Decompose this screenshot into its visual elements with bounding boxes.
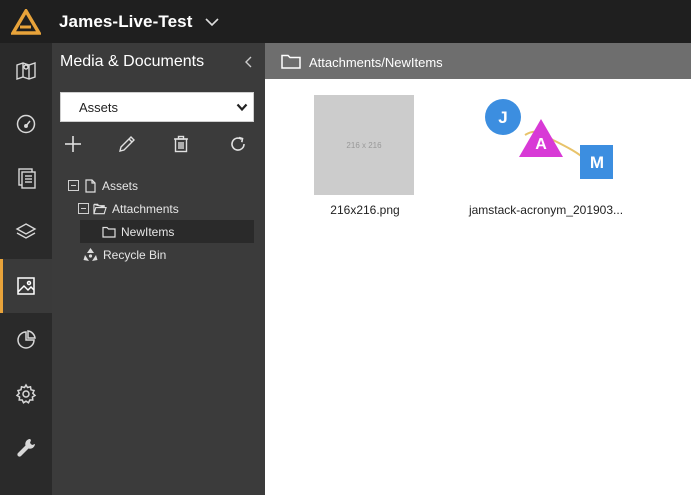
nav-pages-icon[interactable] xyxy=(0,151,52,205)
folder-icon xyxy=(102,225,116,239)
logo-letter-m: M xyxy=(590,153,604,172)
recycle-icon xyxy=(82,248,98,262)
app-logo-icon[interactable] xyxy=(0,0,52,43)
tree-item-newitems[interactable]: NewItems xyxy=(80,220,254,243)
chevron-down-icon xyxy=(231,103,253,112)
file-icon xyxy=(83,178,97,193)
tree-item-attachments[interactable]: Attachments xyxy=(78,197,258,220)
add-icon[interactable] xyxy=(60,131,86,157)
refresh-icon[interactable] xyxy=(225,131,251,157)
panel-toolbar xyxy=(60,131,260,157)
file-name: jamstack-acronym_201903... xyxy=(468,203,624,217)
tree-item-label: NewItems xyxy=(121,224,175,239)
site-title[interactable]: James-Live-Test xyxy=(59,12,192,32)
nav-media-icon[interactable] xyxy=(0,259,52,313)
file-item[interactable]: J A M jamstack-acronym_201903... xyxy=(461,93,631,223)
current-path: Attachments/NewItems xyxy=(309,54,443,70)
logo-letter-a: A xyxy=(535,136,547,153)
tree-item-label: Assets xyxy=(102,178,139,193)
left-navigation xyxy=(0,43,52,495)
logo-letter-j: J xyxy=(498,108,507,127)
delete-icon[interactable] xyxy=(168,131,194,157)
nav-tools-icon[interactable] xyxy=(0,421,52,475)
thumbnail-text: 216 x 216 xyxy=(346,140,382,150)
media-content-area: Attachments/NewItems 216 x 216 216x216.p… xyxy=(265,43,691,495)
site-switcher-chevron-icon[interactable] xyxy=(204,14,220,30)
edit-icon[interactable] xyxy=(114,131,140,157)
top-bar: James-Live-Test xyxy=(0,0,691,43)
path-bar: Attachments/NewItems xyxy=(265,43,691,79)
tree-item-recycle-bin[interactable]: Recycle Bin xyxy=(82,243,258,266)
nav-layers-icon[interactable] xyxy=(0,205,52,259)
file-thumbnail: 216 x 216 xyxy=(314,95,414,195)
tree-item-label: Recycle Bin xyxy=(103,247,167,262)
library-select[interactable]: Assets xyxy=(60,92,254,122)
collapse-toggle-icon[interactable] xyxy=(78,203,89,214)
nav-analytics-icon[interactable] xyxy=(0,313,52,367)
collapse-panel-icon[interactable] xyxy=(241,55,255,69)
nav-settings-icon[interactable] xyxy=(0,367,52,421)
nav-map-icon[interactable] xyxy=(0,43,52,97)
collapse-toggle-icon[interactable] xyxy=(68,180,79,191)
tree-item-assets[interactable]: Assets xyxy=(68,174,258,197)
file-item[interactable]: 216 x 216 216x216.png xyxy=(280,93,450,223)
nav-dashboard-icon[interactable] xyxy=(0,97,52,151)
media-side-panel: Media & Documents Assets Assets Attachme… xyxy=(52,43,265,495)
panel-title: Media & Documents xyxy=(60,53,205,70)
folder-icon xyxy=(281,53,301,69)
tree-item-label: Attachments xyxy=(112,201,179,216)
file-name: 216x216.png xyxy=(330,203,400,217)
file-thumbnail: J A M xyxy=(483,95,614,195)
folder-open-icon xyxy=(93,202,107,216)
library-select-value: Assets xyxy=(79,99,119,115)
